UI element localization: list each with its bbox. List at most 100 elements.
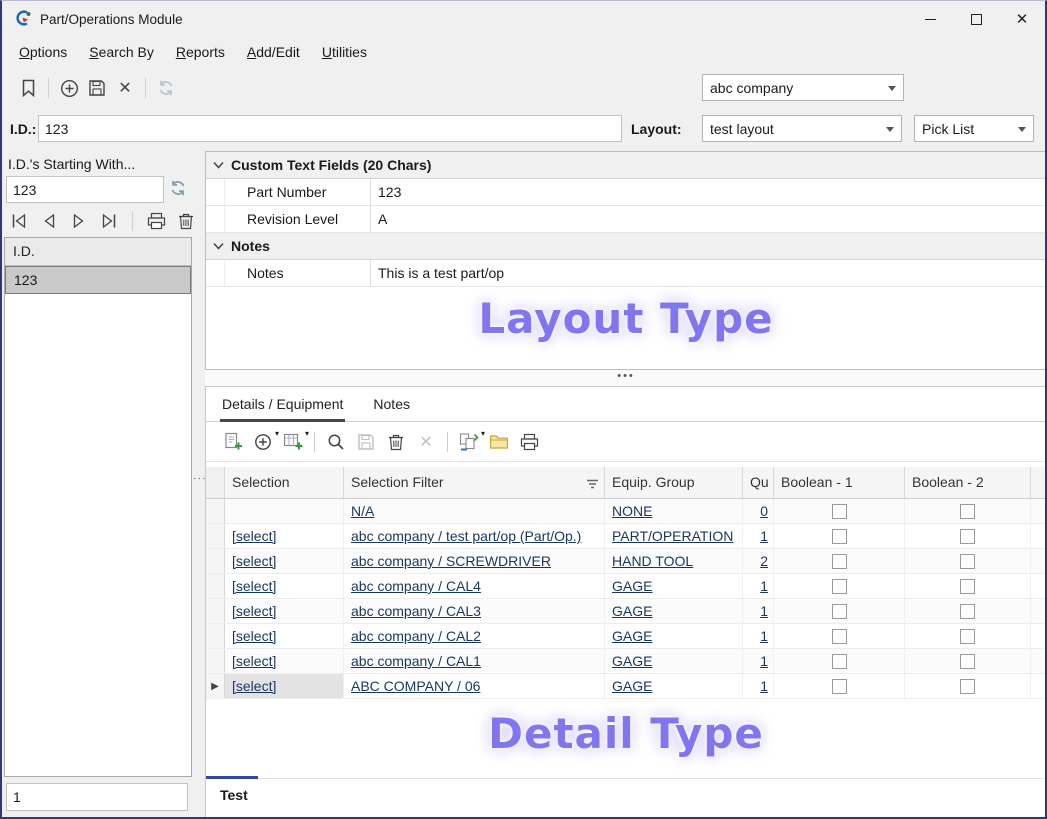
maximize-button[interactable] (953, 1, 999, 37)
column-header-boolean-1[interactable]: Boolean - 1 (774, 467, 905, 498)
select-link[interactable]: [select] (232, 553, 276, 569)
nav-last-button[interactable] (96, 208, 122, 234)
select-link[interactable]: [select] (232, 528, 276, 544)
column-header-selection-filter[interactable]: Selection Filter (344, 467, 605, 498)
group-link[interactable]: GAGE (612, 653, 652, 669)
boolean2-checkbox[interactable] (960, 604, 975, 619)
boolean1-checkbox[interactable] (832, 629, 847, 644)
bookmark-button[interactable] (14, 74, 42, 102)
open-button[interactable] (484, 428, 514, 456)
filter-icon[interactable] (586, 476, 599, 492)
section-header-notes[interactable]: Notes (206, 233, 1046, 260)
add-item-button[interactable]: ▾ (248, 428, 278, 456)
boolean2-checkbox[interactable] (960, 629, 975, 644)
section-header-custom-text-fields[interactable]: Custom Text Fields (20 Chars) (206, 152, 1046, 179)
row-indicator[interactable] (206, 524, 225, 548)
filter-link[interactable]: abc company / test part/op (Part/Op.) (351, 528, 581, 544)
group-link[interactable]: GAGE (612, 628, 652, 644)
copy-details-button[interactable]: ▾ (454, 428, 484, 456)
refresh-button[interactable] (152, 74, 180, 102)
boolean2-checkbox[interactable] (960, 529, 975, 544)
row-indicator[interactable] (206, 599, 225, 623)
qty-link[interactable]: 1 (760, 578, 768, 594)
select-link[interactable]: [select] (232, 628, 276, 644)
select-link[interactable]: [select] (232, 603, 276, 619)
boolean1-checkbox[interactable] (832, 579, 847, 594)
boolean2-checkbox[interactable] (960, 679, 975, 694)
row-indicator[interactable] (206, 649, 225, 673)
menu-item-utilities[interactable]: Utilities (311, 39, 378, 65)
boolean1-checkbox[interactable] (832, 554, 847, 569)
print-button[interactable] (143, 208, 169, 234)
cancel-detail-button[interactable]: ✕ (411, 428, 441, 456)
menu-item-search-by[interactable]: Search By (78, 39, 165, 65)
boolean2-checkbox[interactable] (960, 654, 975, 669)
field-value-notes[interactable]: This is a test part/op (371, 260, 1046, 286)
add-record-button[interactable] (55, 74, 83, 102)
boolean2-checkbox[interactable] (960, 504, 975, 519)
id-search-input[interactable] (6, 176, 164, 203)
delete-button[interactable]: ✕ (111, 74, 139, 102)
select-link[interactable]: [select] (232, 653, 276, 669)
filter-link[interactable]: abc company / CAL1 (351, 653, 481, 669)
select-link[interactable]: [select] (232, 678, 276, 694)
row-indicator[interactable] (206, 549, 225, 573)
filter-link[interactable]: abc company / CAL3 (351, 603, 481, 619)
row-indicator[interactable] (206, 499, 225, 523)
group-link[interactable]: GAGE (612, 578, 652, 594)
nav-first-button[interactable] (6, 208, 32, 234)
bottom-tab-test[interactable]: Test (220, 787, 248, 803)
minimize-button[interactable] (907, 1, 953, 37)
menu-item-reports[interactable]: Reports (165, 39, 236, 65)
tab-notes[interactable]: Notes (371, 387, 412, 421)
search-button[interactable] (321, 428, 351, 456)
filter-link[interactable]: N/A (351, 503, 374, 519)
nav-next-button[interactable] (66, 208, 92, 234)
select-link[interactable]: [select] (232, 578, 276, 594)
save-detail-button[interactable] (351, 428, 381, 456)
record-number-input[interactable] (6, 783, 188, 811)
boolean1-checkbox[interactable] (832, 679, 847, 694)
boolean1-checkbox[interactable] (832, 654, 847, 669)
company-combobox[interactable]: abc company (702, 74, 904, 101)
close-button[interactable]: ✕ (999, 1, 1045, 37)
qty-link[interactable]: 1 (760, 628, 768, 644)
filter-link[interactable]: abc company / SCREWDRIVER (351, 553, 551, 569)
column-header-selection[interactable]: Selection (225, 467, 344, 498)
row-indicator[interactable] (206, 624, 225, 648)
qty-link[interactable]: 1 (760, 678, 768, 694)
column-header-equip-group[interactable]: Equip. Group (605, 467, 743, 498)
field-value-part-number[interactable]: 123 (371, 179, 1046, 205)
qty-link[interactable]: 1 (760, 603, 768, 619)
save-button[interactable] (83, 74, 111, 102)
splitter-grip-icon[interactable]: ⋮ (196, 472, 203, 485)
menu-item-add-edit[interactable]: Add/Edit (236, 39, 311, 65)
boolean1-checkbox[interactable] (832, 529, 847, 544)
row-indicator[interactable] (206, 574, 225, 598)
boolean2-checkbox[interactable] (960, 554, 975, 569)
add-from-template-button[interactable]: ▾ (278, 428, 308, 456)
menu-item-options[interactable]: Options (8, 39, 78, 65)
group-link[interactable]: GAGE (612, 603, 652, 619)
print-detail-button[interactable] (514, 428, 544, 456)
sidebar-refresh-button[interactable] (169, 179, 187, 200)
qty-link[interactable]: 0 (760, 503, 768, 519)
id-input[interactable] (38, 115, 622, 142)
nav-prev-button[interactable] (36, 208, 62, 234)
filter-link[interactable]: abc company / CAL4 (351, 578, 481, 594)
boolean1-checkbox[interactable] (832, 504, 847, 519)
delete-detail-button[interactable] (381, 428, 411, 456)
group-link[interactable]: PART/OPERATION (612, 528, 733, 544)
boolean2-checkbox[interactable] (960, 579, 975, 594)
qty-link[interactable]: 2 (760, 553, 768, 569)
panel-splitter[interactable]: ••• (205, 370, 1047, 386)
add-detail-button[interactable] (218, 428, 248, 456)
layout-combobox[interactable]: test layout (702, 115, 902, 142)
id-list-item[interactable]: 123 (5, 266, 191, 294)
boolean1-checkbox[interactable] (832, 604, 847, 619)
trash-button[interactable] (173, 208, 199, 234)
column-header-boolean-2[interactable]: Boolean - 2 (905, 467, 1031, 498)
group-link[interactable]: NONE (612, 503, 652, 519)
group-link[interactable]: GAGE (612, 678, 652, 694)
current-row-indicator[interactable]: ▶ (206, 674, 225, 698)
